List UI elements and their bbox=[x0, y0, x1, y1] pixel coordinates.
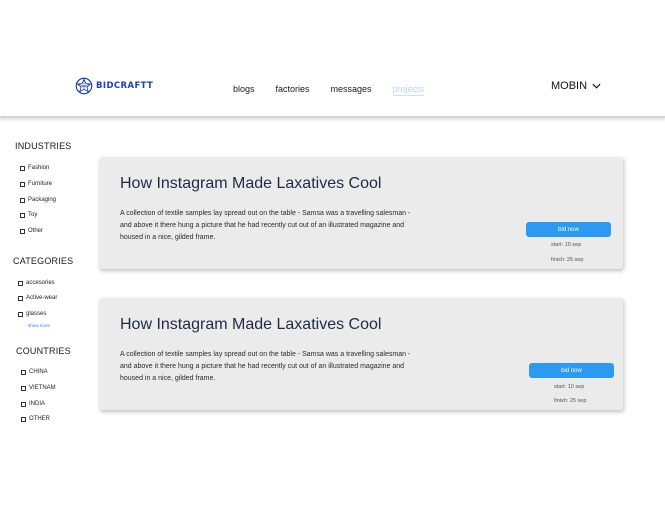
show-more-link[interactable]: show more bbox=[28, 323, 50, 328]
checkbox-icon[interactable] bbox=[21, 369, 26, 375]
bid-now-button[interactable]: bid now bbox=[526, 222, 611, 237]
top-header: BIDCRAFTT blogs factories messages proje… bbox=[0, 0, 665, 118]
filter-label: glasses bbox=[26, 311, 47, 317]
chevron-down-icon bbox=[592, 83, 601, 89]
checkbox-icon[interactable] bbox=[20, 228, 25, 234]
filter-vietnam[interactable]: VIETNAM bbox=[21, 385, 56, 391]
filter-label: OTHER bbox=[29, 416, 50, 422]
countries-heading: COUNTRIES bbox=[16, 346, 71, 356]
user-menu[interactable]: MOBIN bbox=[551, 80, 601, 92]
checkbox-icon[interactable] bbox=[21, 416, 26, 422]
main-nav: blogs factories messages projects bbox=[233, 84, 425, 96]
bid-now-button[interactable]: bid now bbox=[529, 363, 614, 378]
project-title[interactable]: How Instagram Made Laxatives Cool bbox=[120, 175, 381, 193]
checkbox-icon[interactable] bbox=[20, 212, 25, 218]
filter-label: accesories bbox=[26, 280, 55, 286]
filter-other-industry[interactable]: Other bbox=[20, 228, 43, 234]
filter-india[interactable]: INDIA bbox=[21, 401, 45, 407]
start-date: start: 10 sep bbox=[551, 242, 582, 248]
user-name: MOBIN bbox=[551, 80, 588, 92]
finish-date: finish: 25 sep bbox=[554, 398, 587, 404]
geometric-star-logo-icon bbox=[75, 77, 93, 95]
categories-heading: CATEGORIES bbox=[13, 256, 74, 266]
nav-messages[interactable]: messages bbox=[331, 84, 372, 96]
checkbox-icon[interactable] bbox=[20, 165, 25, 171]
checkbox-icon[interactable] bbox=[21, 401, 26, 407]
filter-active-wear[interactable]: Active-wear bbox=[18, 295, 57, 301]
finish-date: finish: 25 sep bbox=[551, 257, 584, 263]
nav-blogs[interactable]: blogs bbox=[233, 84, 255, 96]
checkbox-icon[interactable] bbox=[18, 280, 23, 286]
brand-name: BIDCRAFTT bbox=[96, 81, 154, 91]
filter-label: Other bbox=[28, 228, 44, 234]
filter-glasses[interactable]: glasses bbox=[18, 311, 46, 317]
filter-label: Furniture bbox=[28, 181, 53, 187]
filter-toy[interactable]: Toy bbox=[20, 212, 37, 218]
checkbox-icon[interactable] bbox=[18, 295, 23, 301]
filter-label: Packaging bbox=[28, 197, 57, 203]
checkbox-icon[interactable] bbox=[18, 311, 23, 317]
project-card[interactable]: How Instagram Made Laxatives Cool A coll… bbox=[99, 157, 623, 269]
project-description: A collection of textile samples lay spre… bbox=[120, 351, 411, 382]
filter-furniture[interactable]: Furniture bbox=[20, 181, 52, 187]
start-date: start: 10 sep bbox=[554, 384, 585, 390]
filter-fashion[interactable]: Fashion bbox=[20, 165, 49, 171]
checkbox-icon[interactable] bbox=[20, 181, 25, 187]
filter-label: Active-wear bbox=[26, 295, 58, 301]
filter-label: INDIA bbox=[29, 401, 46, 407]
nav-factories[interactable]: factories bbox=[276, 84, 310, 96]
project-description: A collection of textile samples lay spre… bbox=[120, 210, 411, 241]
filter-label: Toy bbox=[28, 212, 38, 218]
filter-other-country[interactable]: OTHER bbox=[21, 416, 50, 422]
filter-accesories[interactable]: accesories bbox=[18, 280, 55, 286]
project-title[interactable]: How Instagram Made Laxatives Cool bbox=[120, 316, 381, 334]
filter-packaging[interactable]: Packaging bbox=[20, 197, 56, 203]
checkbox-icon[interactable] bbox=[21, 385, 26, 391]
filter-label: Fashion bbox=[28, 165, 50, 171]
industries-heading: INDUSTRIES bbox=[15, 141, 72, 151]
nav-projects[interactable]: projects bbox=[392, 84, 425, 96]
project-card[interactable]: How Instagram Made Laxatives Cool A coll… bbox=[99, 298, 623, 410]
checkbox-icon[interactable] bbox=[20, 197, 25, 203]
filter-label: VIETNAM bbox=[29, 385, 56, 391]
filter-china[interactable]: CHINA bbox=[21, 369, 48, 375]
brand-logo[interactable]: BIDCRAFTT bbox=[75, 77, 153, 95]
filter-label: CHINA bbox=[29, 369, 48, 375]
